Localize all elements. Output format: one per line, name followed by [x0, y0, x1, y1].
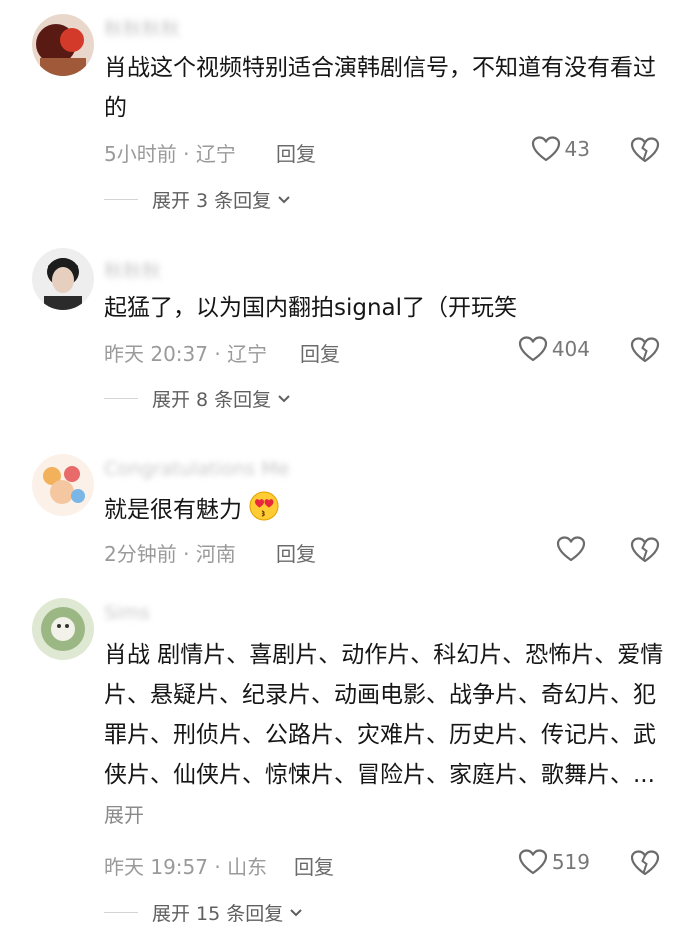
expand-replies-button[interactable]: 展开 15 条回复 — [104, 899, 303, 926]
meta-separator: · — [208, 342, 228, 366]
timestamp: 5小时前 — [104, 142, 177, 166]
like-button[interactable]: 404 — [518, 335, 590, 363]
comment-text: 起猛了，以为国内翻拍signal了（开玩笑 — [104, 295, 518, 321]
heart-outline-icon — [531, 136, 560, 162]
chevron-down-icon — [290, 908, 302, 916]
broken-heart-icon[interactable] — [630, 536, 660, 564]
like-button[interactable] — [556, 535, 590, 563]
comment-3: Congratulations Me 就是很有魅力 2分钟前 · 河南 回复 — [0, 446, 690, 576]
expand-replies-button[interactable]: 展开 8 条回复 — [104, 385, 291, 412]
location: 辽宁 — [227, 342, 268, 366]
expand-replies-button[interactable]: 展开 3 条回复 — [104, 186, 291, 213]
chevron-down-icon — [278, 394, 290, 402]
like-count: 519 — [551, 850, 590, 874]
divider — [104, 912, 138, 913]
comment-4: Sims 肖战 剧情片、喜剧片、动作片、科幻片、恐怖片、爱情片、悬疑片、纪录片、… — [0, 592, 690, 937]
comment-text-row: 就是很有魅力 — [104, 490, 664, 530]
broken-heart-icon[interactable] — [630, 336, 660, 364]
comment-text: 肖战 剧情片、喜剧片、动作片、科幻片、恐怖片、爱情片、悬疑片、纪录片、动画电影、… — [104, 642, 664, 788]
expand-replies-label: 展开 15 条回复 — [152, 903, 284, 925]
comment-text: 就是很有魅力 — [104, 497, 242, 523]
like-count: 404 — [551, 337, 590, 361]
reply-button[interactable]: 回复 — [294, 851, 334, 880]
reply-button[interactable]: 回复 — [276, 538, 316, 567]
timestamp: 昨天 19:57 — [104, 855, 208, 879]
comment-text: 肖战这个视频特别适合演韩剧信号，不知道有没有看过的 — [104, 55, 656, 121]
divider — [104, 398, 138, 399]
location: 河南 — [195, 542, 236, 566]
like-button[interactable]: 519 — [518, 848, 590, 876]
expand-replies-label: 展开 3 条回复 — [152, 190, 272, 212]
expand-replies-label: 展开 8 条回复 — [152, 389, 272, 411]
username[interactable]: Sims — [104, 602, 150, 624]
comment-meta: 2分钟前 · 河南 — [104, 538, 236, 567]
meta-separator: · — [176, 542, 196, 566]
heart-eyes-kiss-emoji — [249, 491, 279, 521]
meta-separator: · — [208, 855, 228, 879]
timestamp: 2分钟前 — [104, 542, 177, 566]
username[interactable]: Congratulations Me — [104, 458, 289, 480]
username[interactable]: 秋秋秋秋 — [104, 14, 180, 41]
location: 辽宁 — [195, 142, 236, 166]
avatar[interactable] — [32, 598, 94, 660]
expand-text-link[interactable]: 展开 — [104, 803, 144, 827]
reply-button[interactable]: 回复 — [276, 138, 316, 167]
chevron-down-icon — [278, 195, 290, 203]
like-button[interactable]: 43 — [531, 135, 590, 163]
location: 山东 — [227, 855, 268, 879]
divider — [104, 199, 138, 200]
broken-heart-icon[interactable] — [630, 849, 660, 877]
comment-text-row: 肖战 剧情片、喜剧片、动作片、科幻片、恐怖片、爱情片、悬疑片、纪录片、动画电影、… — [104, 635, 664, 835]
broken-heart-icon[interactable] — [630, 136, 660, 164]
avatar[interactable] — [32, 454, 94, 516]
timestamp: 昨天 20:37 — [104, 342, 208, 366]
comment-meta: 5小时前 · 辽宁 — [104, 138, 236, 167]
comment-1: 秋秋秋秋 肖战这个视频特别适合演韩剧信号，不知道有没有看过的 5小时前 · 辽宁… — [0, 0, 690, 230]
comment-meta: 昨天 20:37 · 辽宁 — [104, 338, 267, 367]
reply-button[interactable]: 回复 — [300, 338, 340, 367]
username[interactable]: 秋秋秋 — [104, 256, 161, 283]
meta-separator: · — [176, 142, 196, 166]
like-count: 43 — [564, 137, 590, 161]
comment-2: 秋秋秋 起猛了，以为国内翻拍signal了（开玩笑 昨天 20:37 · 辽宁 … — [0, 240, 690, 430]
avatar[interactable] — [32, 14, 94, 76]
heart-outline-icon — [518, 849, 547, 875]
heart-outline-icon — [518, 336, 547, 362]
comment-meta: 昨天 19:57 · 山东 — [104, 851, 267, 880]
avatar[interactable] — [32, 248, 94, 310]
heart-outline-icon — [556, 536, 586, 562]
